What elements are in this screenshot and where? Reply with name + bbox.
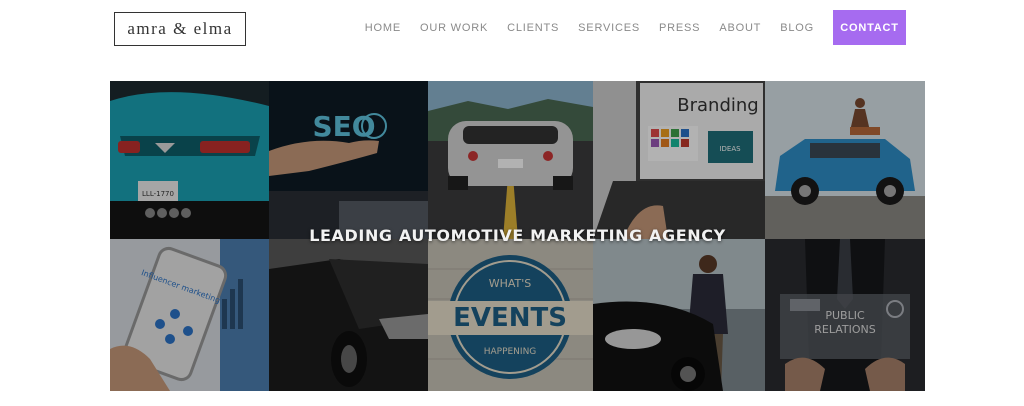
contact-button[interactable]: CONTACT [833, 10, 906, 45]
relations-text: RELATIONS [814, 323, 875, 336]
corvette-rear-photo: LLL-1770 [110, 81, 269, 239]
nav-our-work[interactable]: OUR WORK [420, 22, 488, 34]
happening-text: HAPPENING [484, 347, 537, 357]
nav-home[interactable]: HOME [365, 22, 401, 34]
main-nav: HOME OUR WORK CLIENTS SERVICES PRESS ABO… [346, 10, 906, 45]
seo-text: SEO [312, 110, 375, 143]
site-logo[interactable]: amra & elma [114, 12, 246, 46]
branding-text: Branding [677, 95, 758, 116]
nav-blog[interactable]: BLOG [780, 22, 814, 34]
seo-hand-photo: SEO [269, 81, 428, 239]
public-relations-photo: PUBLIC RELATIONS [765, 239, 925, 391]
man-with-car-photo [593, 239, 765, 391]
whats-text: WHAT'S [489, 277, 532, 290]
gtr-road-photo [428, 81, 593, 239]
events-sign-photo: WHAT'S EVENTS HAPPENING [428, 239, 593, 391]
events-text: EVENTS [453, 303, 567, 333]
nav-services[interactable]: SERVICES [578, 22, 640, 34]
branding-laptop-photo: Branding IDEAS [593, 81, 765, 239]
influencer-phone-photo: Influencer marketing [110, 239, 269, 391]
public-text: PUBLIC [825, 309, 865, 322]
hero-headline: LEADING AUTOMOTIVE MARKETING AGENCY [309, 226, 726, 245]
ideas-text: IDEAS [719, 145, 741, 153]
nav-about[interactable]: ABOUT [719, 22, 761, 34]
nav-press[interactable]: PRESS [659, 22, 700, 34]
mini-cooper-photo [765, 81, 925, 239]
nav-clients[interactable]: CLIENTS [507, 22, 559, 34]
logo-text: amra & elma [127, 19, 233, 38]
black-sedans-photo [269, 239, 428, 391]
license-plate-text: LLL-1770 [142, 190, 174, 198]
hero-banner: LLL-1770 SEO Branding IDEAS Influencer m… [110, 81, 925, 391]
